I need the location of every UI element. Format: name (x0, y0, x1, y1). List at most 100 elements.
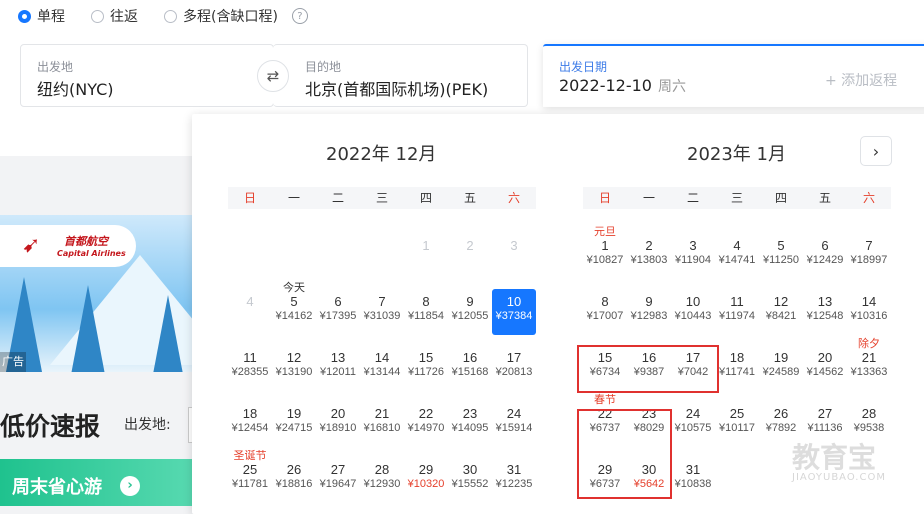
day-number: 26 (286, 462, 302, 477)
day-tag: 圣诞节 (233, 450, 267, 462)
day-number: 13 (817, 294, 833, 309)
day-number: 20 (330, 406, 346, 421)
weekday-header-dec: 日 一 二 三 四 五 六 (228, 187, 536, 209)
weekend-trip-banner[interactable]: 周末省心游 › (0, 459, 192, 506)
date-value: 2022-12-10 (559, 76, 652, 95)
day-price: ¥20813 (495, 366, 533, 378)
trip-type-multicity[interactable]: 多程(含缺口程) (164, 6, 278, 26)
day-number: 27 (330, 462, 346, 477)
day-number: 16 (641, 350, 657, 365)
departure-field[interactable]: 出发地 纽约(NYC) (20, 44, 274, 107)
weekday-tue: 二 (686, 191, 699, 205)
day-number: 6 (334, 294, 342, 309)
day-price: ¥37384 (495, 310, 533, 322)
calendar-day[interactable]: 31 ¥12235 (492, 462, 536, 510)
day-number: 8 (422, 294, 430, 309)
day-number: 19 (773, 350, 789, 365)
weekday-tue: 二 (331, 191, 344, 205)
day-number: 5 (777, 238, 785, 253)
weekday-sun: 日 (598, 191, 611, 205)
day-number: 3 (510, 238, 518, 253)
day-number: 3 (689, 238, 697, 253)
day-number: 1 (422, 238, 430, 253)
day-number: 4 (733, 238, 741, 253)
date-value-wrap: 2022-12-10 周六 (559, 76, 686, 96)
deals-from-label: 出发地: (124, 417, 171, 433)
day-number: 29 (418, 462, 434, 477)
day-number: 17 (685, 350, 701, 365)
day-number: 31 (685, 462, 701, 477)
weekday-header-jan: 日 一 二 三 四 五 六 (583, 187, 891, 209)
calendar-day[interactable]: 17 ¥20813 (492, 350, 536, 398)
day-number: 23 (462, 406, 478, 421)
month-title-dec: 2022年 12月 (326, 144, 437, 165)
day-number: 30 (641, 462, 657, 477)
ad-badge: 广告 (0, 352, 26, 372)
next-month-button[interactable]: › (860, 136, 892, 166)
radio-icon (164, 9, 177, 23)
destination-field[interactable]: 目的地 北京(首都国际机场)(PEK) (273, 44, 528, 107)
tree-illustration (70, 285, 106, 372)
day-number: 9 (466, 294, 474, 309)
day-number: 24 (506, 406, 522, 421)
weekday-mon: 一 (287, 191, 300, 205)
day-number: 11 (730, 294, 744, 309)
help-icon[interactable]: ? (291, 8, 308, 24)
swap-icon[interactable]: ⇄ (257, 60, 289, 92)
day-number: 8 (601, 294, 609, 309)
trip-type-oneway[interactable]: 单程 (18, 6, 65, 26)
day-number: 5 (290, 294, 298, 309)
trip-type-oneway-label: 单程 (37, 9, 65, 25)
weekday-thu: 四 (774, 191, 787, 205)
calendar-day: 2 (448, 238, 492, 286)
calendar-day-selected[interactable]: 10 ¥37384 (492, 289, 536, 335)
day-price: ¥12235 (495, 478, 533, 490)
day-number: 30 (462, 462, 478, 477)
day-price: ¥9538 (853, 422, 885, 434)
airline-bird-icon: ➹ (22, 233, 41, 258)
date-label: 出发日期 (559, 60, 608, 74)
day-tag: 元旦 (594, 226, 616, 238)
calendar-day[interactable]: 31 ¥10838 (671, 462, 715, 510)
airline-name-en: Capital Airlines (57, 249, 126, 258)
day-tag: 春节 (594, 394, 616, 406)
calendar-day[interactable]: 24 ¥15914 (492, 406, 536, 454)
day-number: 4 (246, 294, 254, 309)
trip-type-selector: 单程 往返 多程(含缺口程) ? (18, 5, 308, 27)
day-number: 23 (641, 406, 657, 421)
day-number: 10 (685, 294, 701, 309)
trip-type-roundtrip[interactable]: 往返 (91, 6, 138, 26)
departure-date-field[interactable]: 出发日期 2022-12-10 周六 + 添加返程 (543, 44, 924, 107)
weekday-wed: 三 (730, 191, 743, 205)
weekday-sat: 六 (507, 191, 520, 205)
airline-logo: ➹ 首都航空 Capital Airlines (0, 225, 136, 267)
weekday-fri: 五 (463, 191, 476, 205)
day-number: 15 (597, 350, 613, 365)
day-number: 16 (462, 350, 478, 365)
day-number: 25 (242, 462, 258, 477)
day-number: 26 (773, 406, 789, 421)
airline-ad-banner[interactable]: ➹ 首都航空 Capital Airlines 广告 (0, 215, 192, 372)
tree-illustration (150, 295, 186, 372)
day-number: 15 (418, 350, 434, 365)
date-weekday: 周六 (657, 79, 686, 95)
day-number: 6 (821, 238, 829, 253)
day-number: 21 (861, 350, 877, 365)
add-return-button[interactable]: + 添加返程 (825, 70, 897, 90)
weekend-label: 周末省心游 (12, 477, 102, 498)
day-price: ¥10838 (674, 478, 712, 490)
day-number: 20 (817, 350, 833, 365)
day-number: 28 (861, 406, 877, 421)
day-number: 14 (861, 294, 877, 309)
day-number: 28 (374, 462, 390, 477)
day-price: ¥13363 (850, 366, 888, 378)
day-number: 7 (378, 294, 386, 309)
day-number: 12 (773, 294, 789, 309)
day-number: 12 (286, 350, 302, 365)
calendar-day[interactable]: 7 ¥18997 (847, 238, 891, 286)
calendar-day[interactable]: 除夕 21 ¥13363 (847, 338, 891, 398)
weekday-wed: 三 (375, 191, 388, 205)
day-price: ¥10316 (850, 310, 888, 322)
weekday-sun: 日 (243, 191, 256, 205)
arrow-right-icon: › (120, 476, 140, 496)
